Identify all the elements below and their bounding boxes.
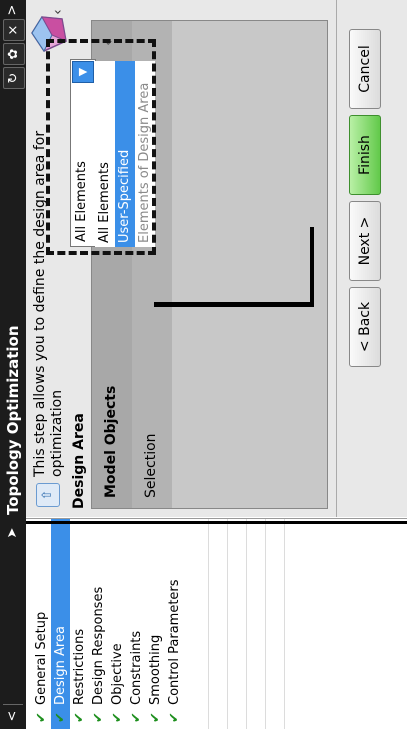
check-icon: ✔ — [91, 712, 106, 723]
leader-line — [310, 227, 314, 307]
step-design-area[interactable]: ✔ Design Area — [51, 519, 70, 729]
check-icon: ✔ — [110, 712, 125, 723]
arrow-info-icon: ⇧ — [36, 483, 60, 507]
step-label: Restrictions — [72, 628, 87, 705]
step-label: General Setup — [34, 611, 49, 705]
next-button[interactable]: Next > — [349, 201, 381, 281]
step-label: Smoothing — [148, 634, 163, 705]
step-restrictions[interactable]: ✔ Restrictions — [70, 519, 89, 729]
leader-line — [154, 302, 314, 307]
divider — [3, 704, 23, 705]
check-icon: ✔ — [167, 712, 182, 723]
title-bar: < ➤ Topology Optimization ↻ ✿ × > — [0, 0, 26, 729]
step-label: Design Area — [53, 626, 68, 705]
callout-line — [26, 521, 407, 524]
button-bar: < Back Next > Finish Cancel — [336, 0, 407, 517]
refresh-icon[interactable]: ↻ — [3, 67, 25, 89]
step-label: Design Responses — [91, 586, 106, 705]
check-icon: ✔ — [129, 712, 144, 723]
step-smoothing[interactable]: ✔ Smoothing — [146, 519, 165, 729]
check-icon: ✔ — [72, 712, 87, 723]
check-icon: ✔ — [53, 712, 68, 723]
divider — [265, 519, 266, 729]
expand-chevron-icon[interactable]: < — [0, 705, 26, 727]
back-button[interactable]: < Back — [349, 287, 381, 367]
step-objective[interactable]: ✔ Objective — [108, 519, 127, 729]
gear-icon[interactable]: ✿ — [3, 43, 25, 65]
step-control-parameters[interactable]: ✔ Control Parameters — [165, 519, 184, 729]
check-icon: ✔ — [34, 712, 49, 723]
content-panel: ⇧ This step allows you to define the des… — [26, 0, 407, 517]
divider — [246, 519, 247, 729]
divider — [208, 519, 209, 729]
step-constraints[interactable]: ✔ Constraints — [127, 519, 146, 729]
step-list: ✔ General Setup ✔ Design Area ✔ Restrict… — [26, 518, 407, 729]
group-header-label: Model Objects — [103, 385, 119, 498]
check-icon: ✔ — [148, 712, 163, 723]
step-label: Constraints — [129, 630, 144, 705]
selection-label: Selection — [143, 433, 159, 498]
cancel-button[interactable]: Cancel — [349, 29, 381, 109]
divider — [227, 519, 228, 729]
highlight-box — [46, 39, 156, 255]
section-title: Design Area — [71, 413, 87, 509]
divider — [284, 519, 285, 729]
cursor-icon: ➤ — [5, 527, 20, 539]
step-label: Control Parameters — [167, 579, 182, 705]
finish-button[interactable]: Finish — [349, 115, 381, 195]
scroll-left-icon[interactable]: ‹ — [50, 3, 68, 21]
step-label: Objective — [110, 643, 125, 705]
step-general-setup[interactable]: ✔ General Setup — [32, 519, 51, 729]
step-design-responses[interactable]: ✔ Design Responses — [89, 519, 108, 729]
dialog-frame: < ➤ Topology Optimization ↻ ✿ × > ✔ Gene… — [0, 0, 407, 729]
collapse-chevron-icon[interactable]: > — [0, 1, 26, 19]
close-icon[interactable]: × — [3, 19, 25, 41]
dialog-title: Topology Optimization — [4, 325, 22, 516]
